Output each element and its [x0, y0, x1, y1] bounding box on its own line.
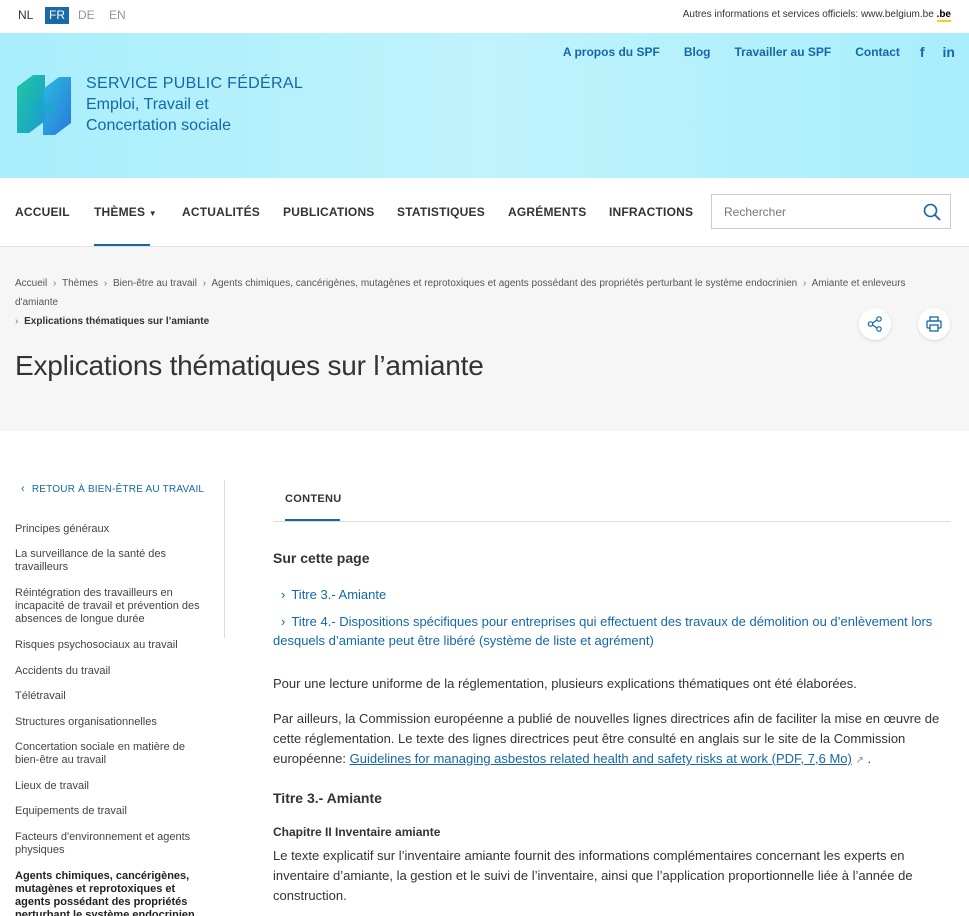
chevron-right-icon: ›: [53, 278, 57, 289]
nav-themes-label: THÈMES: [94, 205, 146, 219]
lang-en[interactable]: EN: [105, 7, 130, 24]
nav-infractions[interactable]: INFRACTIONS: [609, 205, 693, 219]
link-blog[interactable]: Blog: [684, 45, 711, 59]
sidebar-item-reintegration[interactable]: Réintégration des travailleurs en incapa…: [15, 587, 200, 626]
official-info: Autres informations et services officiel…: [682, 9, 951, 22]
be-logo[interactable]: .be: [936, 9, 951, 22]
chevron-right-icon: ›: [202, 278, 207, 289]
chevron-right-icon: ›: [103, 278, 108, 289]
breadcrumb-accueil[interactable]: Accueil: [15, 278, 47, 289]
external-link-icon: ↗: [855, 755, 864, 766]
link-contact[interactable]: Contact: [855, 45, 900, 59]
link-travailler[interactable]: Travailler au SPF: [734, 45, 831, 59]
belgium-link[interactable]: www.belgium.be: [861, 9, 934, 20]
main-nav: ACCUEIL THÈMES ▼ ACTUALITÉS PUBLICATIONS…: [0, 178, 969, 247]
back-link[interactable]: ‹ RETOUR À BIEN-ÊTRE AU TRAVAIL: [21, 483, 204, 495]
organization-name[interactable]: SERVICE PUBLIC FÉDÉRAL Emploi, Travail e…: [86, 74, 303, 136]
sidebar-item-structures[interactable]: Structures organisationnelles: [15, 716, 200, 729]
sidebar-item-surveillance[interactable]: La surveillance de la santé des travaill…: [15, 548, 200, 574]
toc-item-titre3[interactable]: › Titre 3.- Amiante: [273, 585, 951, 604]
chevron-left-icon: ‹: [21, 483, 25, 495]
spf-logo-icon[interactable]: [15, 73, 73, 136]
caret-down-icon: ▼: [148, 209, 157, 218]
sidebar-item-accidents[interactable]: Accidents du travail: [15, 665, 200, 678]
nav-themes[interactable]: THÈMES ▼: [94, 205, 157, 219]
sidebar-item-risques[interactable]: Risques psychosociaux au travail: [15, 639, 200, 652]
facebook-icon[interactable]: f: [920, 44, 925, 60]
share-button[interactable]: [859, 308, 891, 340]
top-bar: NL FR DE EN Autres informations et servi…: [0, 0, 969, 33]
site-header: SERVICE PUBLIC FÉDÉRAL Emploi, Travail e…: [0, 33, 969, 178]
chevron-right-icon: ›: [15, 316, 19, 327]
nav-publications[interactable]: PUBLICATIONS: [283, 205, 375, 219]
nav-statistiques[interactable]: STATISTIQUES: [397, 205, 485, 219]
inventaire-paragraph: Le texte explicatif sur l’inventaire ami…: [273, 848, 913, 903]
search-box: [711, 194, 951, 229]
org-line-1: SERVICE PUBLIC FÉDÉRAL: [86, 75, 304, 92]
sidebar-item-teletravail[interactable]: Télétravail: [15, 690, 200, 703]
breadcrumb-bien-etre[interactable]: Bien-être au travail: [113, 278, 197, 289]
search-input[interactable]: [712, 195, 912, 228]
header-links: A propos du SPF Blog Travailler au SPF C…: [539, 44, 955, 60]
sidebar-divider: [224, 480, 225, 638]
guidelines-end: .: [867, 751, 872, 766]
nav-accueil[interactable]: ACCUEIL: [15, 205, 70, 219]
back-label: RETOUR À BIEN-ÊTRE AU TRAVAIL: [31, 484, 205, 495]
chevron-right-icon: ›: [281, 614, 286, 629]
toc-label: Titre 4.- Dispositions spécifiques pour …: [273, 614, 933, 648]
breadcrumb-themes[interactable]: Thèmes: [62, 278, 98, 289]
print-button[interactable]: [918, 308, 950, 340]
sidebar-item-equipements[interactable]: Equipements de travail: [15, 805, 200, 818]
lang-nl[interactable]: NL: [14, 7, 37, 24]
link-a-propos[interactable]: A propos du SPF: [563, 45, 660, 59]
breadcrumb: Accueil › Thèmes › Bien-être au travail …: [15, 274, 950, 331]
page-title: Explications thématiques sur l’amiante: [15, 350, 484, 381]
share-icon: [867, 316, 882, 332]
linkedin-icon[interactable]: in: [943, 44, 955, 60]
tab-bar: CONTENU: [273, 480, 951, 522]
org-line-3: Concertation sociale: [86, 117, 231, 134]
tab-contenu[interactable]: CONTENU: [285, 493, 342, 505]
section-heading-titre3: Titre 3.- Amiante: [273, 790, 382, 806]
toc-item-titre4[interactable]: › Titre 4.- Dispositions spécifiques pour…: [273, 612, 951, 650]
tab-active-indicator: [285, 519, 340, 521]
breadcrumb-current: Explications thématiques sur l’amiante: [24, 316, 210, 327]
chevron-right-icon: ›: [803, 278, 807, 289]
print-icon: [926, 316, 942, 332]
guidelines-paragraph: Par ailleurs, la Commission européenne a…: [273, 709, 951, 771]
breadcrumb-agents-chimiques[interactable]: Agents chimiques, cancérigènes, mutagène…: [211, 278, 797, 289]
sidebar-item-lieux[interactable]: Lieux de travail: [15, 780, 200, 793]
org-line-2: Emploi, Travail et: [86, 96, 209, 113]
sidebar-item-concertation[interactable]: Concertation sociale en matière de bien-…: [15, 741, 200, 767]
sidebar-item-principes[interactable]: Principes généraux: [15, 523, 200, 536]
official-text: Autres informations et services officiel…: [682, 9, 859, 20]
guidelines-link[interactable]: Guidelines for managing asbestos related…: [350, 751, 852, 766]
on-page-heading: Sur cette page: [273, 550, 370, 566]
sidebar-item-agents-chimiques[interactable]: Agents chimiques, cancérigènes, mutagène…: [15, 870, 200, 916]
nav-active-indicator: [94, 244, 150, 246]
nav-agrements[interactable]: AGRÉMENTS: [508, 205, 586, 219]
sidebar-item-facteurs[interactable]: Facteurs d'environnement et agents physi…: [15, 831, 200, 857]
search-icon[interactable]: [923, 203, 941, 221]
toc-label: Titre 3.- Amiante: [291, 587, 387, 602]
page-header-band: Accueil › Thèmes › Bien-être au travail …: [0, 247, 969, 431]
lang-de[interactable]: DE: [74, 7, 99, 24]
nav-actualites[interactable]: ACTUALITÉS: [182, 205, 260, 219]
chapter-heading-inventaire: Chapitre II Inventaire amiante: [273, 825, 441, 839]
chevron-right-icon: ›: [281, 587, 286, 602]
intro-paragraph: Pour une lecture uniforme de la réglemen…: [273, 676, 857, 691]
lang-fr[interactable]: FR: [45, 7, 69, 24]
